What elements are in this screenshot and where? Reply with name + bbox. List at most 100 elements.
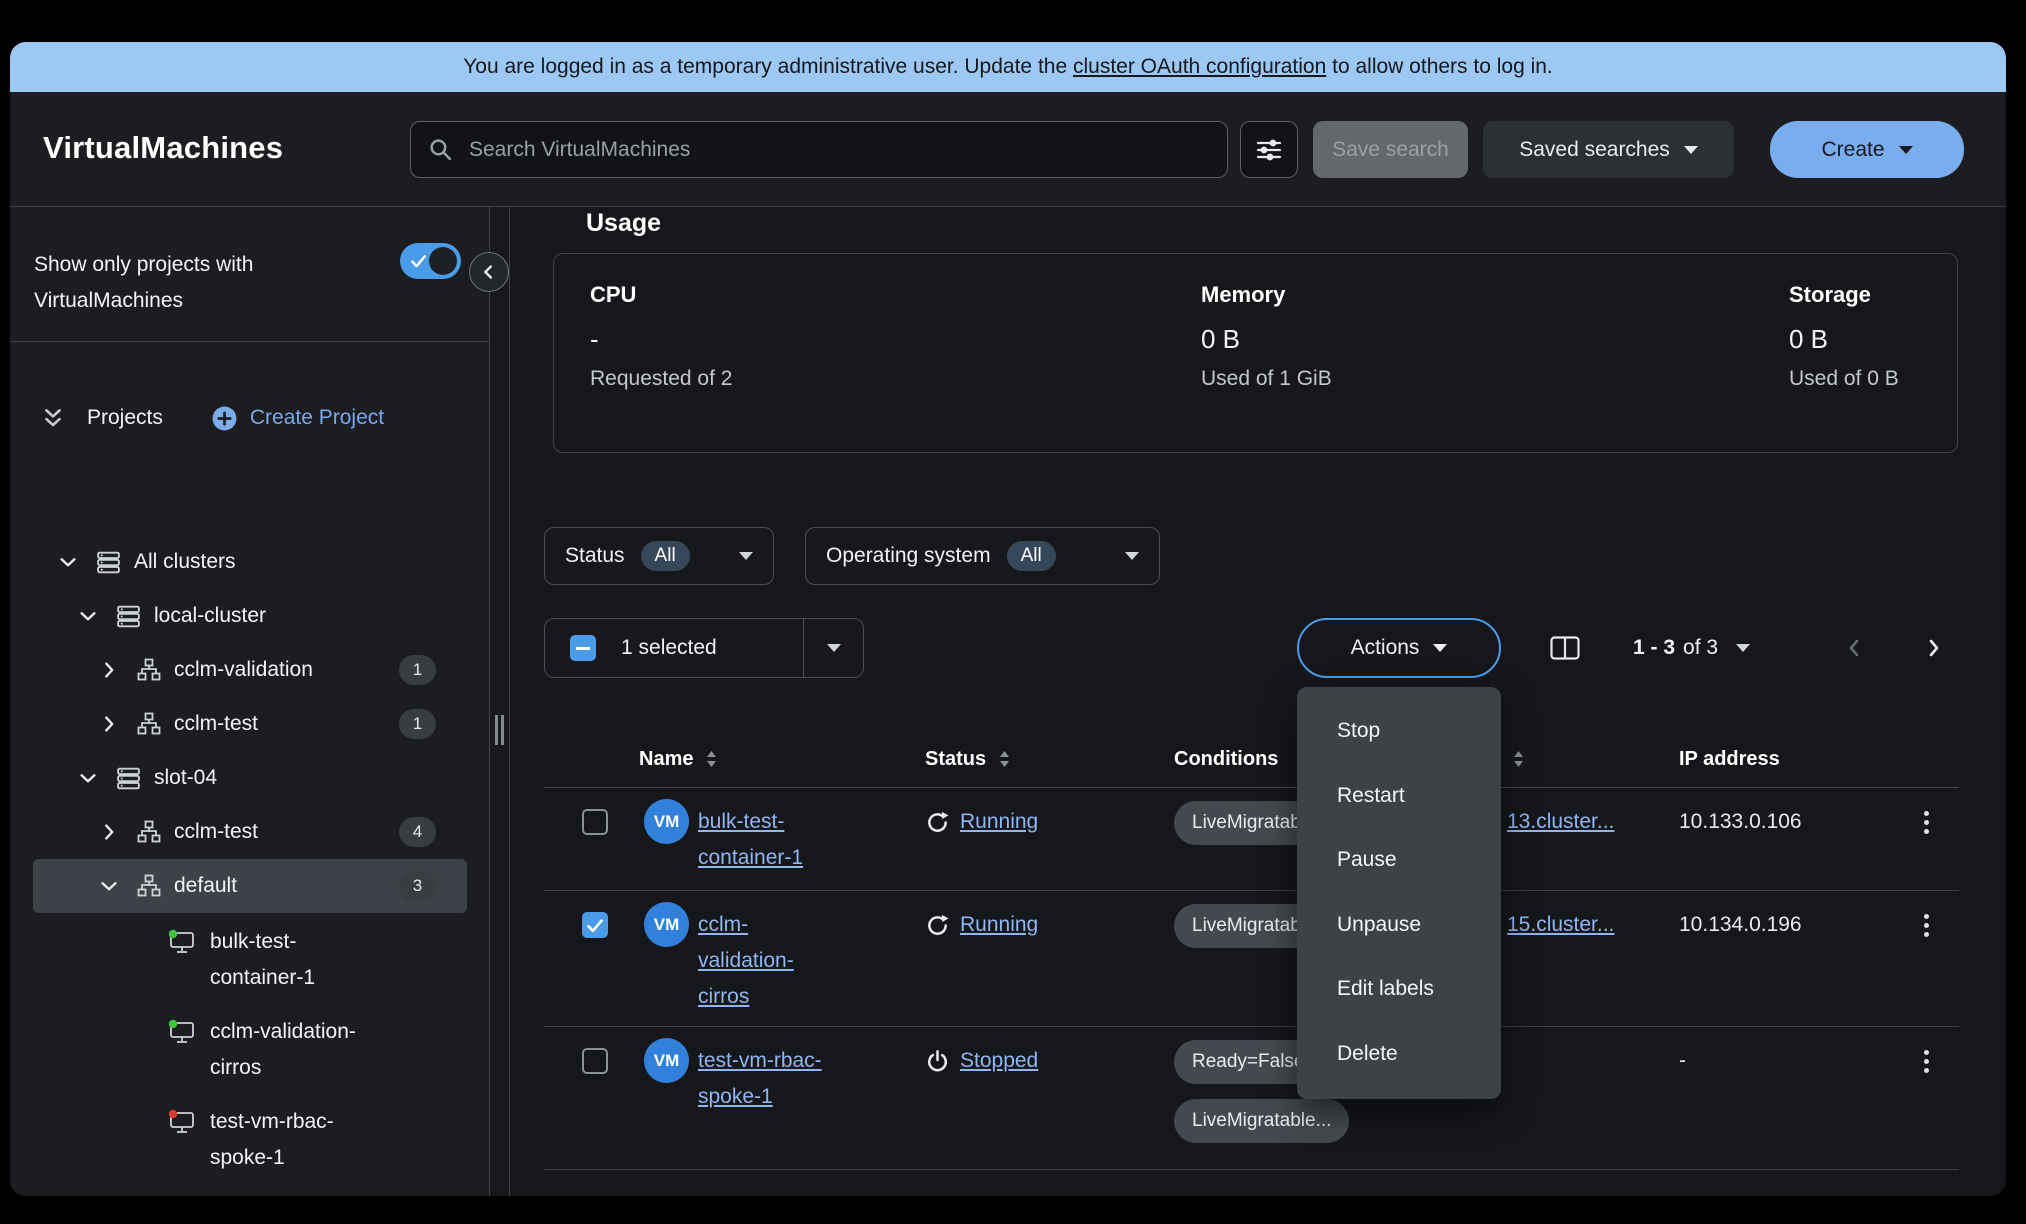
node-link[interactable]: 15.cluster... bbox=[1507, 907, 1614, 943]
page-title: VirtualMachines bbox=[43, 130, 283, 166]
chevron-right-icon[interactable] bbox=[98, 659, 120, 681]
vm-icon-running bbox=[168, 1019, 196, 1045]
chevron-down-icon[interactable] bbox=[57, 551, 79, 573]
metric-label: Memory bbox=[1201, 282, 1332, 308]
row-checkbox[interactable] bbox=[582, 809, 608, 835]
banner-text-before: You are logged in as a temporary adminis… bbox=[463, 55, 1067, 79]
status-link[interactable]: Running bbox=[960, 804, 1038, 840]
saved-searches-button[interactable]: Saved searches bbox=[1483, 121, 1734, 178]
tree-item-local-cluster[interactable]: local-cluster bbox=[33, 589, 467, 643]
actions-dropdown-button[interactable]: Actions bbox=[1297, 618, 1501, 678]
tree-item-cclm-validation[interactable]: cclm-validation 1 bbox=[33, 643, 467, 697]
show-only-toggle[interactable] bbox=[400, 243, 461, 279]
tree-item-vm-test-vm-rbac-spoke-1[interactable]: test-vm-rbac-spoke-1 bbox=[33, 1104, 467, 1176]
tree-item-cclm-test[interactable]: cclm-test 1 bbox=[33, 697, 467, 751]
chevron-down-icon[interactable] bbox=[77, 605, 99, 627]
row-kebab-menu-button[interactable] bbox=[1916, 803, 1936, 841]
oauth-config-link[interactable]: cluster OAuth configuration bbox=[1073, 55, 1326, 79]
chevron-down-icon[interactable] bbox=[98, 875, 120, 897]
check-icon bbox=[410, 253, 427, 269]
ip-address: 10.133.0.106 bbox=[1679, 804, 1802, 840]
storage-metric: Storage 0 B Used of 0 B bbox=[1789, 282, 1899, 391]
tree-item-label: default bbox=[174, 874, 237, 898]
create-project-button[interactable]: Create Project bbox=[211, 405, 384, 432]
sidebar-resizer[interactable] bbox=[490, 207, 510, 1196]
menu-item-pause[interactable]: Pause bbox=[1297, 828, 1501, 893]
tree-item-vm-cclm-validation-cirros[interactable]: cclm-validation-cirros bbox=[33, 1014, 467, 1086]
resize-handle[interactable] bbox=[495, 715, 504, 745]
chevron-right-icon[interactable] bbox=[98, 821, 120, 843]
column-header-name[interactable]: Name bbox=[639, 730, 718, 788]
save-search-button[interactable]: Save search bbox=[1313, 121, 1468, 178]
toggle-knob bbox=[429, 247, 457, 275]
create-button[interactable]: Create bbox=[1770, 121, 1964, 178]
chevron-down-icon[interactable] bbox=[77, 767, 99, 789]
pagination-prev-button[interactable] bbox=[1833, 626, 1877, 670]
tree-item-vm-bulk-test-container-1[interactable]: bulk-test-container-1 bbox=[33, 924, 467, 996]
collapse-all-icon[interactable] bbox=[41, 406, 65, 430]
actions-label: Actions bbox=[1351, 636, 1420, 660]
row-checkbox[interactable] bbox=[582, 1048, 608, 1074]
status-link[interactable]: Stopped bbox=[960, 1043, 1038, 1079]
chevron-right-icon[interactable] bbox=[98, 713, 120, 735]
tree-item-label: cclm-validation bbox=[174, 658, 313, 682]
table-row: VM test-vm-rbac- spoke-1 Stopped Ready=F… bbox=[544, 1027, 1959, 1170]
sort-icon[interactable] bbox=[998, 749, 1011, 769]
vm-name-link[interactable]: bulk-test- container-1 bbox=[698, 804, 803, 876]
cluster-icon bbox=[95, 549, 122, 576]
vm-name-line: cclm- bbox=[698, 907, 794, 943]
column-label: Name bbox=[639, 748, 693, 771]
menu-item-delete[interactable]: Delete bbox=[1297, 1022, 1501, 1087]
bulk-select-checkbox[interactable] bbox=[570, 635, 596, 661]
menu-item-edit-labels[interactable]: Edit labels bbox=[1297, 957, 1501, 1022]
app-window: You are logged in as a temporary adminis… bbox=[10, 42, 2006, 1196]
row-kebab-menu-button[interactable] bbox=[1916, 1042, 1936, 1080]
project-icon bbox=[136, 819, 162, 845]
row-checkbox-checked[interactable] bbox=[582, 912, 608, 938]
status-cell: Running bbox=[925, 907, 1038, 943]
caret-down-icon bbox=[1899, 146, 1913, 154]
vm-count-badge: 1 bbox=[399, 709, 436, 739]
tree-item-cclm-test-slot04[interactable]: cclm-test 4 bbox=[33, 805, 467, 859]
vm-name-link[interactable]: cclm- validation- cirros bbox=[698, 907, 794, 1015]
project-icon bbox=[136, 873, 162, 899]
metric-value: 0 B bbox=[1789, 324, 1899, 355]
bulk-select-split-button: 1 selected bbox=[544, 618, 864, 678]
menu-item-unpause[interactable]: Unpause bbox=[1297, 893, 1501, 958]
vm-badge: VM bbox=[644, 1038, 689, 1083]
show-only-label: Show only projects with VirtualMachines bbox=[34, 247, 374, 319]
status-filter-value-chip: All bbox=[641, 541, 690, 571]
project-icon bbox=[136, 657, 162, 683]
tree-item-default[interactable]: default 3 bbox=[33, 859, 467, 913]
sidebar-collapse-button[interactable] bbox=[469, 252, 509, 292]
os-filter-dropdown[interactable]: Operating system All bbox=[805, 527, 1160, 585]
search-input[interactable] bbox=[410, 121, 1228, 178]
tree-item-slot-04[interactable]: slot-04 bbox=[33, 751, 467, 805]
sort-icon[interactable] bbox=[705, 749, 718, 769]
tree-item-all-clusters[interactable]: All clusters bbox=[33, 535, 467, 589]
node-link[interactable]: 13.cluster... bbox=[1507, 804, 1614, 840]
metric-detail: Requested of 2 bbox=[590, 367, 732, 391]
save-search-label: Save search bbox=[1332, 138, 1449, 162]
advanced-search-button[interactable] bbox=[1240, 121, 1298, 178]
bulk-select-checkbox-segment[interactable] bbox=[545, 619, 621, 677]
vm-name-link[interactable]: test-vm-rbac- spoke-1 bbox=[698, 1043, 822, 1115]
menu-item-stop[interactable]: Stop bbox=[1297, 699, 1501, 764]
status-link[interactable]: Running bbox=[960, 907, 1038, 943]
row-kebab-menu-button[interactable] bbox=[1916, 906, 1936, 944]
pagination-next-button[interactable] bbox=[1911, 626, 1955, 670]
vm-icon-stopped bbox=[168, 1109, 196, 1135]
plus-circle-icon bbox=[211, 405, 238, 432]
column-header-status[interactable]: Status bbox=[925, 730, 1011, 788]
bulk-select-caret-segment[interactable] bbox=[803, 619, 863, 677]
column-label: Conditions bbox=[1174, 748, 1278, 771]
manage-columns-button[interactable] bbox=[1542, 625, 1588, 671]
sort-icon[interactable] bbox=[1512, 749, 1525, 769]
status-filter-dropdown[interactable]: Status All bbox=[544, 527, 774, 585]
vm-leaf-list: bulk-test-container-1 cclm-validation-ci… bbox=[10, 924, 490, 1176]
condition-pill: LiveMigratable... bbox=[1174, 1099, 1349, 1143]
menu-item-restart[interactable]: Restart bbox=[1297, 764, 1501, 829]
pagination-control[interactable]: 1 - 3 of 3 bbox=[1633, 618, 1750, 678]
tree-item-label: cclm-test bbox=[174, 712, 258, 736]
status-filter-label: Status bbox=[565, 544, 625, 568]
